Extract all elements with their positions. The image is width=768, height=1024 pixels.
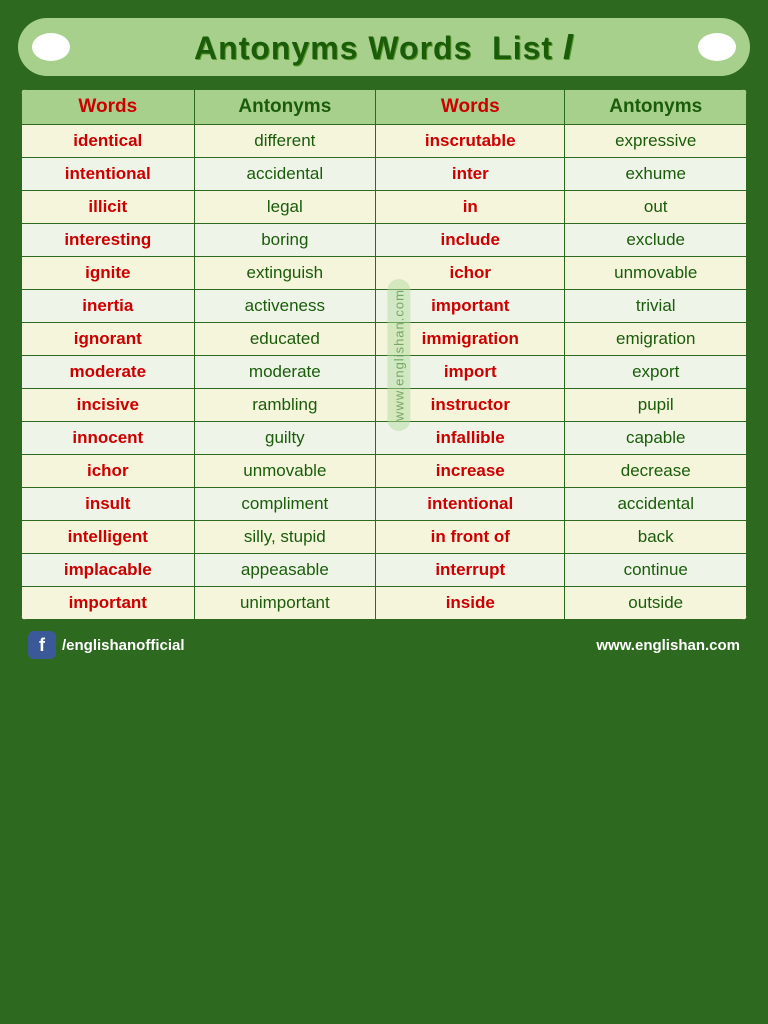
word-cell: ichor [22, 455, 195, 488]
table-row: interestingboringincludeexclude [22, 224, 747, 257]
page-title: Antonyms Words List I [194, 26, 574, 68]
facebook-icon: f [28, 631, 56, 659]
word-cell: intentional [376, 488, 565, 521]
table-row: identicaldifferentinscrutableexpressive [22, 125, 747, 158]
antonym-cell: trivial [565, 290, 747, 323]
oval-right-decoration [698, 33, 736, 61]
page-title-roman: I [563, 26, 574, 67]
antonym-cell: decrease [565, 455, 747, 488]
antonym-cell: educated [194, 323, 376, 356]
footer: f /englishanofficial www.englishan.com [18, 631, 750, 659]
word-cell: in front of [376, 521, 565, 554]
antonym-cell: compliment [194, 488, 376, 521]
word-cell: inscrutable [376, 125, 565, 158]
word-cell: important [376, 290, 565, 323]
word-cell: immigration [376, 323, 565, 356]
facebook-handle: /englishanofficial [62, 637, 185, 654]
antonym-cell: back [565, 521, 747, 554]
word-cell: incisive [22, 389, 195, 422]
antonym-cell: emigration [565, 323, 747, 356]
word-cell: increase [376, 455, 565, 488]
word-cell: interrupt [376, 554, 565, 587]
word-cell: intentional [22, 158, 195, 191]
antonym-cell: outside [565, 587, 747, 620]
table-row: moderatemoderateimportexport [22, 356, 747, 389]
table-header-row: Words Antonyms Words Antonyms [22, 90, 747, 125]
title-bar: Antonyms Words List I [18, 18, 750, 76]
word-cell: innocent [22, 422, 195, 455]
word-cell: ignite [22, 257, 195, 290]
footer-website: www.englishan.com [596, 637, 740, 654]
word-cell: interesting [22, 224, 195, 257]
antonym-cell: moderate [194, 356, 376, 389]
antonyms-table: Words Antonyms Words Antonyms identicald… [21, 89, 747, 620]
table-row: igniteextinguishichorunmovable [22, 257, 747, 290]
footer-left: f /englishanofficial [28, 631, 185, 659]
antonym-cell: unmovable [565, 257, 747, 290]
antonym-cell: accidental [194, 158, 376, 191]
word-cell: identical [22, 125, 195, 158]
antonym-cell: extinguish [194, 257, 376, 290]
antonym-cell: pupil [565, 389, 747, 422]
word-cell: infallible [376, 422, 565, 455]
word-cell: import [376, 356, 565, 389]
antonym-cell: appeasable [194, 554, 376, 587]
word-cell: implacable [22, 554, 195, 587]
antonym-cell: different [194, 125, 376, 158]
antonym-cell: guilty [194, 422, 376, 455]
table-row: incisiveramblinginstructorpupil [22, 389, 747, 422]
word-cell: instructor [376, 389, 565, 422]
antonym-cell: rambling [194, 389, 376, 422]
table-row: insultcomplimentintentionalaccidental [22, 488, 747, 521]
word-cell: illicit [22, 191, 195, 224]
antonym-cell: export [565, 356, 747, 389]
header-antonyms-2: Antonyms [565, 90, 747, 125]
oval-left-decoration [32, 33, 70, 61]
table-row: ignoranteducatedimmigrationemigration [22, 323, 747, 356]
word-cell: important [22, 587, 195, 620]
word-cell: insult [22, 488, 195, 521]
word-cell: moderate [22, 356, 195, 389]
header-words-1: Words [22, 90, 195, 125]
antonym-cell: activeness [194, 290, 376, 323]
table-row: importantunimportantinsideoutside [22, 587, 747, 620]
table-row: innocentguiltyinfalliblecapable [22, 422, 747, 455]
table-row: inertiaactivenessimportanttrivial [22, 290, 747, 323]
antonym-cell: accidental [565, 488, 747, 521]
table-row: ichorunmovableincreasedecrease [22, 455, 747, 488]
table-row: implacableappeasableinterruptcontinue [22, 554, 747, 587]
word-cell: in [376, 191, 565, 224]
word-cell: ignorant [22, 323, 195, 356]
header-antonyms-1: Antonyms [194, 90, 376, 125]
word-cell: intelligent [22, 521, 195, 554]
word-cell: inside [376, 587, 565, 620]
word-cell: inertia [22, 290, 195, 323]
antonym-cell: out [565, 191, 747, 224]
table-row: intelligentsilly, stupidin front ofback [22, 521, 747, 554]
antonym-cell: boring [194, 224, 376, 257]
antonym-cell: capable [565, 422, 747, 455]
antonym-cell: exhume [565, 158, 747, 191]
table-row: intentionalaccidentalinterexhume [22, 158, 747, 191]
antonym-cell: exclude [565, 224, 747, 257]
word-cell: include [376, 224, 565, 257]
header-words-2: Words [376, 90, 565, 125]
antonym-cell: expressive [565, 125, 747, 158]
antonym-cell: silly, stupid [194, 521, 376, 554]
word-cell: ichor [376, 257, 565, 290]
antonym-cell: unmovable [194, 455, 376, 488]
antonym-cell: continue [565, 554, 747, 587]
outer-container: Antonyms Words List I www.englishan.com … [10, 10, 758, 667]
word-cell: inter [376, 158, 565, 191]
table-wrapper: www.englishan.com Words Antonyms Words A… [18, 86, 750, 623]
antonym-cell: legal [194, 191, 376, 224]
antonym-cell: unimportant [194, 587, 376, 620]
table-row: illicitlegalinout [22, 191, 747, 224]
